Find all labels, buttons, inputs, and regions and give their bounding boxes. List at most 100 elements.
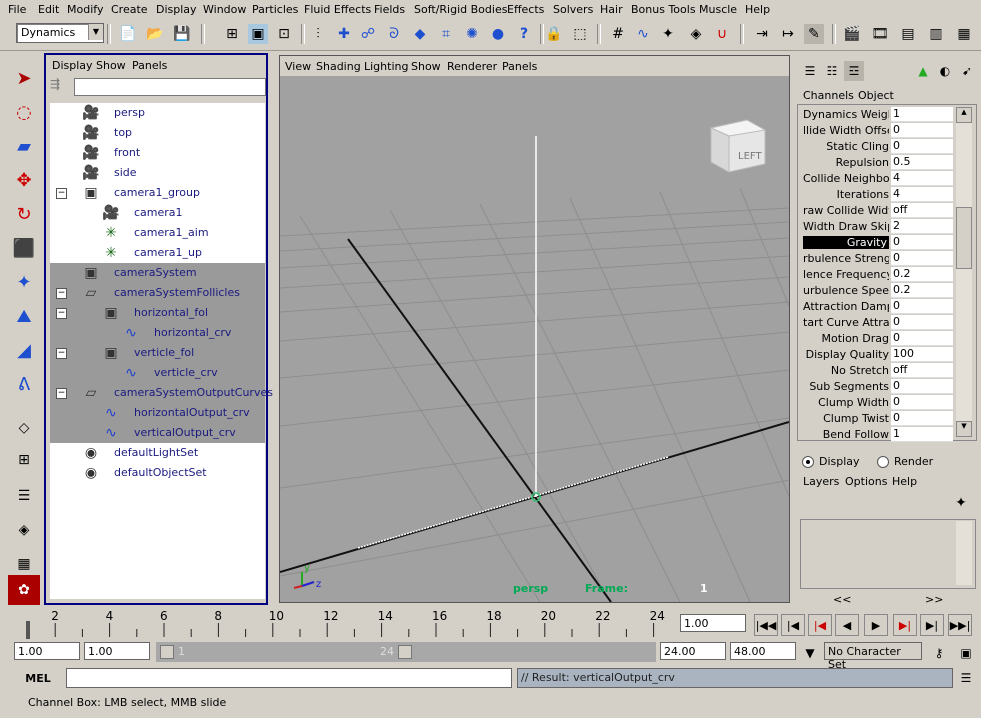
expand-toggle-icon[interactable]: − [56, 348, 67, 359]
construction-history-icon[interactable]: ✎ [804, 24, 824, 44]
channel-row[interactable]: Repulsion 0.5 [802, 155, 953, 171]
input-ops-icon[interactable]: ⇥ [752, 24, 772, 44]
channel-name[interactable]: Bend Follow [823, 428, 889, 441]
channel-name[interactable]: Width Draw Skip [803, 220, 889, 233]
channel-value[interactable]: 0.2 [891, 283, 953, 298]
channel-row[interactable]: Display Quality 100 [802, 347, 953, 363]
menu-create[interactable]: Create [111, 3, 148, 16]
channel-value[interactable]: 100 [891, 347, 953, 362]
ipr-render-icon[interactable]: ▤ [898, 24, 918, 44]
select-dynamic-icon[interactable]: ✺ [462, 24, 482, 44]
layer-nav-right[interactable]: >> [925, 593, 943, 606]
viewport-menu-renderer[interactable]: Renderer [447, 60, 497, 73]
menu-soft-rigid-bodies[interactable]: Soft/Rigid Bodies [414, 3, 507, 16]
select-hierarchy-icon[interactable]: ⊞ [222, 24, 242, 44]
channel-layer-icon[interactable]: ☲ [844, 61, 864, 81]
channel-row[interactable]: Iterations 4 [802, 187, 953, 203]
outliner-row[interactable]: − ▣ horizontal_fol [50, 303, 265, 323]
select-mask-icon[interactable]: ⫶ [308, 24, 328, 44]
channel-name[interactable]: llide Width Offset [803, 124, 889, 137]
menu-muscle[interactable]: Muscle [699, 3, 737, 16]
outliner-menu-display[interactable]: Display [52, 59, 93, 72]
range-slider[interactable]: 1 24 [156, 642, 656, 662]
output-ops-icon[interactable]: ↦ [778, 24, 798, 44]
outliner-row[interactable]: 🎥 top [50, 123, 265, 143]
channel-value[interactable]: 0 [891, 251, 953, 266]
outliner-row[interactable]: ◉ defaultLightSet [50, 443, 265, 463]
outliner-row[interactable]: ∿ horizontal_crv [50, 323, 265, 343]
snap-grid-icon[interactable]: # [608, 24, 628, 44]
display-radio[interactable] [802, 456, 814, 468]
channel-value[interactable]: 0 [891, 379, 953, 394]
play-backward-icon[interactable]: ◀ [835, 614, 859, 636]
select-tool-icon[interactable]: ➤ [8, 63, 40, 93]
viewport-menu-view[interactable]: View [285, 60, 311, 73]
channel-row[interactable]: Width Draw Skip 2 [802, 219, 953, 235]
menu-modify[interactable]: Modify [67, 3, 103, 16]
channel-row[interactable]: Motion Drag 0 [802, 331, 953, 347]
time-slider[interactable]: 2 4 6 8 10 12 14 16 18 20 22 24 [10, 607, 674, 639]
channel-value[interactable]: 0 [891, 315, 953, 330]
viewport-menu-lighting[interactable]: Lighting [364, 60, 408, 73]
save-scene-icon[interactable]: 💾 [172, 24, 192, 44]
expand-toggle-icon[interactable]: − [56, 288, 67, 299]
lasso-tool-icon[interactable]: ◌ [8, 97, 40, 127]
expand-toggle-icon[interactable]: − [56, 388, 67, 399]
channel-name[interactable]: Gravity [803, 236, 889, 249]
channel-value[interactable]: 0 [891, 395, 953, 410]
channel-row[interactable]: Dynamics Weight1 [802, 107, 953, 123]
four-pane-layout-icon[interactable]: ⊞ [8, 445, 40, 475]
menu-effects[interactable]: Effects [507, 3, 544, 16]
playback-end-field[interactable]: 24.00 [660, 642, 726, 660]
step-back-key-icon[interactable]: |◀ [781, 614, 805, 636]
show-manip-tool-icon[interactable]: ◢ [8, 335, 40, 365]
channel-name[interactable]: Attraction Damp [803, 300, 889, 313]
chevron-down-icon[interactable]: ▼ [88, 24, 103, 40]
show-ui-icon[interactable]: ▦ [954, 24, 974, 44]
expand-toggle-icon[interactable]: − [56, 308, 67, 319]
expand-toggle-icon[interactable]: − [56, 188, 67, 199]
character-set-field[interactable]: No Character Set [824, 642, 922, 671]
channel-value[interactable]: 0 [891, 331, 953, 346]
channel-name[interactable]: Clump Width [818, 396, 889, 409]
play-forward-icon[interactable]: ▶ [864, 614, 888, 636]
step-forward-frame-icon[interactable]: ▶| [893, 614, 917, 636]
channel-row[interactable]: Sub Segments 0 [802, 379, 953, 395]
render-settings-icon[interactable]: ▥ [926, 24, 946, 44]
layers-menu[interactable]: Layers [803, 475, 839, 488]
viewport-menu-panels[interactable]: Panels [502, 60, 537, 73]
channel-name[interactable]: urbulence Speed [803, 284, 889, 297]
universal-manip-icon[interactable]: ✦ [8, 267, 40, 297]
channel-value[interactable]: 0 [891, 411, 953, 426]
channel-row[interactable]: Bend Follow 1 [802, 427, 953, 443]
menu-help[interactable]: Help [745, 3, 770, 16]
outliner-row[interactable]: − ▣ verticle_fol [50, 343, 265, 363]
channel-value[interactable]: 0.5 [891, 155, 953, 170]
layer-scrollbar[interactable] [956, 521, 972, 585]
select-joint-icon[interactable]: ☍ [358, 24, 378, 44]
channel-row[interactable]: tart Curve Attract0 [802, 315, 953, 331]
outliner-row[interactable]: 🎥 persp [50, 103, 265, 123]
channel-name[interactable]: rbulence Strength [803, 252, 889, 265]
menu-particles[interactable]: Particles [252, 3, 298, 16]
snap-view-plane-icon[interactable]: ◈ [686, 24, 706, 44]
go-to-end-icon[interactable]: ▶▶| [948, 614, 972, 636]
outliner-row[interactable]: ✳ camera1_aim [50, 223, 265, 243]
channel-name[interactable]: No Stretch [831, 364, 889, 377]
channel-row[interactable]: Static Cling 0 [802, 139, 953, 155]
new-layer-icon[interactable]: ✦ [951, 493, 971, 513]
highlight-selection-icon[interactable]: ⬚ [570, 24, 590, 44]
current-frame-field[interactable]: 1.00 [680, 614, 746, 632]
outliner-row[interactable]: ∿ verticalOutput_crv [50, 423, 265, 443]
shading-icon[interactable]: ◐ [935, 61, 955, 81]
channel-value[interactable]: 4 [891, 171, 953, 186]
graph-layout-icon[interactable]: ◈ [8, 515, 40, 545]
attribute-editor-icon[interactable]: ☷ [822, 61, 842, 81]
channel-row[interactable]: urbulence Speed 0.2 [802, 283, 953, 299]
viewport-menu-shading[interactable]: Shading [316, 60, 361, 73]
channel-value[interactable]: 0.2 [891, 267, 953, 282]
outliner-row[interactable]: − ▱ cameraSystemFollicles [50, 283, 265, 303]
render-radio[interactable] [877, 456, 889, 468]
viewport-menu-show[interactable]: Show [411, 60, 441, 73]
help-menu[interactable]: Help [892, 475, 917, 488]
